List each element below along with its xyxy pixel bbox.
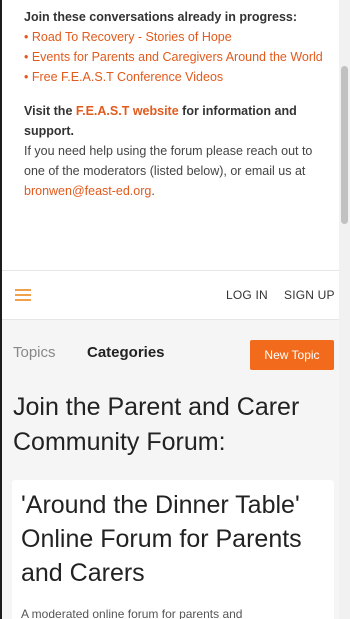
intro-section: Join these conversations already in prog… (2, 0, 339, 270)
help-text-body: If you need help using the forum please … (24, 144, 313, 178)
scrollbar[interactable] (339, 0, 350, 619)
link-events[interactable]: • Events for Parents and Caregivers Arou… (24, 47, 336, 67)
category-description: A moderated online forum for parents and (21, 607, 243, 619)
page: Join these conversations already in prog… (0, 0, 350, 619)
visit-prefix: Visit the (24, 104, 76, 118)
hamburger-menu-icon[interactable] (15, 289, 31, 301)
signup-button[interactable]: SIGN UP (284, 288, 335, 302)
page-title: Join the Parent and Carer Community Foru… (13, 393, 300, 456)
new-topic-button[interactable]: New Topic (250, 340, 334, 370)
tab-categories[interactable]: Categories (87, 344, 165, 361)
link-road-to-recovery[interactable]: • Road To Recovery - Stories of Hope (24, 27, 336, 47)
login-button[interactable]: LOG IN (226, 288, 268, 302)
email-suffix: . (151, 184, 155, 198)
category-title[interactable]: 'Around the Dinner Table' Online Forum f… (21, 488, 331, 590)
help-text: If you need help using the forum please … (24, 141, 336, 201)
email-link[interactable]: bronwen@feast-ed.org (24, 184, 151, 198)
main-content: Topics Categories New Topic Join the Par… (2, 320, 339, 619)
scrollbar-thumb[interactable] (341, 66, 348, 224)
intro-heading: Join these conversations already in prog… (24, 10, 298, 24)
site-header: LOG IN SIGN UP (2, 270, 339, 320)
intro-content: Join these conversations already in prog… (24, 7, 336, 201)
visit-text: Visit the F.E.A.S.T website for informat… (24, 101, 336, 141)
tab-topics[interactable]: Topics (13, 344, 56, 361)
category-card[interactable]: 'Around the Dinner Table' Online Forum f… (12, 480, 334, 619)
feast-website-link[interactable]: F.E.A.S.T website (76, 104, 179, 118)
browser-viewport: Join these conversations already in prog… (0, 0, 339, 619)
link-conference-videos[interactable]: • Free F.E.A.S.T Conference Videos (24, 67, 336, 87)
